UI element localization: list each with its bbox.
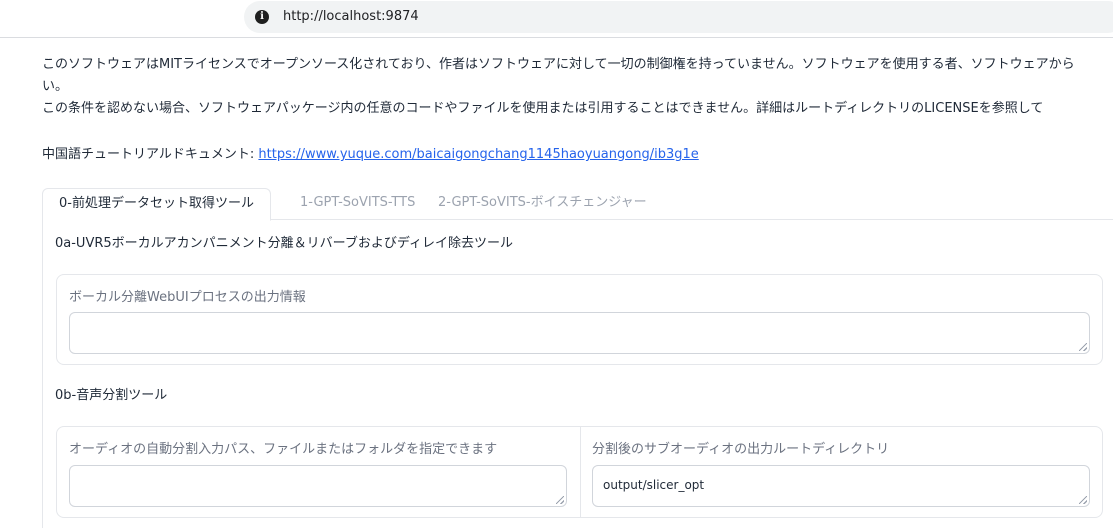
slicer-input-wrapper bbox=[69, 465, 567, 507]
tab-tts[interactable]: 1-GPT-SoVITS-TTS bbox=[284, 188, 431, 220]
tab-voice-changer[interactable]: 2-GPT-SoVITS-ボイスチェンジャー bbox=[422, 188, 663, 220]
tutorial-label: 中国語チュートリアルドキュメント: bbox=[42, 147, 255, 162]
tab-bar: 0-前処理データセット取得ツール 1-GPT-SoVITS-TTS 2-GPT-… bbox=[42, 188, 1113, 221]
license-notice-line: このソフトウェアはMITライセンスでオープンソース化されており、作者はソフトウェ… bbox=[42, 57, 1075, 72]
site-info-icon[interactable]: i bbox=[255, 10, 269, 24]
address-url[interactable]: http://localhost:9874 bbox=[283, 1, 419, 33]
uvr5-output-box: ボーカル分離WebUIプロセスの出力情報 bbox=[56, 274, 1103, 365]
slicer-input-path-textarea[interactable] bbox=[69, 465, 567, 507]
slicer-box: オーディオの自動分割入力パス、ファイルまたはフォルダを指定できます 分割後のサブ… bbox=[56, 426, 1103, 518]
license-notice-line: い。 bbox=[42, 79, 69, 94]
uvr5-output-wrapper bbox=[69, 312, 1090, 354]
page-content: このソフトウェアはMITライセンスでオープンソース化されており、作者はソフトウェ… bbox=[0, 38, 1113, 528]
section-title-slicer: 0b-音声分割ツール bbox=[55, 388, 168, 403]
tutorial-link[interactable]: https://www.yuque.com/baicaigongchang114… bbox=[258, 147, 698, 162]
slicer-output-root-wrapper bbox=[592, 465, 1090, 507]
browser-toolbar: i http://localhost:9874 bbox=[0, 0, 1113, 38]
tutorial-doc: 中国語チュートリアルドキュメント: https://www.yuque.com/… bbox=[42, 144, 699, 166]
section-title-uvr5: 0a-UVR5ボーカルアカンパニメント分離＆リバーブおよびディレイ除去ツール bbox=[55, 236, 513, 251]
column-divider bbox=[580, 427, 581, 517]
tab-panel-preprocessing: 0a-UVR5ボーカルアカンパニメント分離＆リバーブおよびディレイ除去ツール ボ… bbox=[42, 220, 1113, 528]
license-notice: このソフトウェアはMITライセンスでオープンソース化されており、作者はソフトウェ… bbox=[42, 54, 1113, 120]
license-notice-line: この条件を認めない場合、ソフトウェアパッケージ内の任意のコードやファイルを使用ま… bbox=[42, 101, 1044, 116]
tab-preprocessing[interactable]: 0-前処理データセット取得ツール bbox=[42, 188, 271, 221]
slicer-input-label: オーディオの自動分割入力パス、ファイルまたはフォルダを指定できます bbox=[69, 442, 498, 457]
uvr5-output-label: ボーカル分離WebUIプロセスの出力情報 bbox=[69, 290, 306, 305]
uvr5-output-textarea[interactable] bbox=[69, 312, 1090, 354]
address-bar[interactable]: i http://localhost:9874 bbox=[244, 1, 1113, 33]
slicer-output-root-label: 分割後のサブオーディオの出力ルートディレクトリ bbox=[592, 442, 890, 457]
slicer-output-root-textarea[interactable] bbox=[592, 465, 1090, 507]
